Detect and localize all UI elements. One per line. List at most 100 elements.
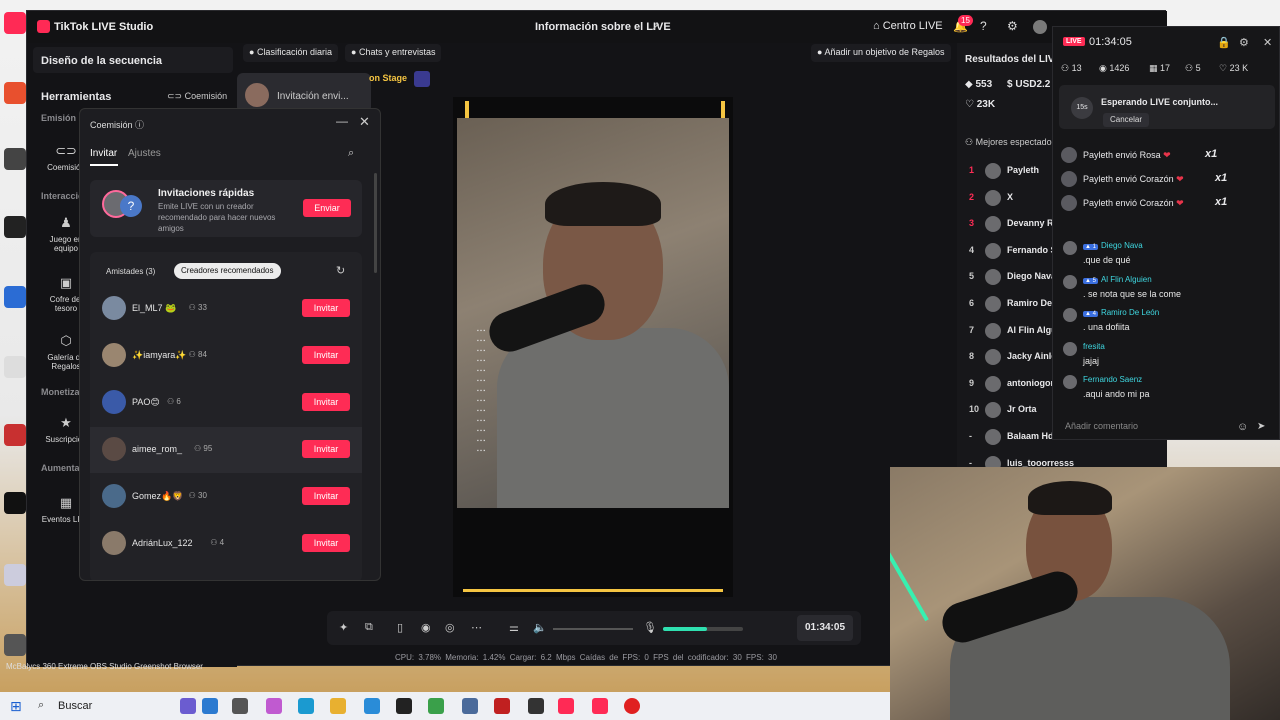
views-stat-value: 1426 (1109, 63, 1130, 73)
coemision-link[interactable]: ⊂⊃ Coemisión (167, 91, 227, 102)
taskbar-app-icon[interactable] (396, 698, 412, 714)
invitation-sent-card[interactable]: Invitación envi... (237, 73, 371, 113)
invite-button[interactable]: Invitar (302, 299, 350, 317)
desktop-app-icon[interactable] (4, 356, 26, 378)
close-icon[interactable]: ✕ (359, 114, 370, 130)
sequence-design-header[interactable]: Diseño de la secuencia (33, 47, 233, 73)
speaker-icon[interactable]: 🔈 (533, 621, 547, 634)
more-icon[interactable]: ⋯ (471, 621, 482, 634)
sliders-icon[interactable]: ⚌ (509, 621, 519, 634)
tab-ajustes[interactable]: Ajustes (128, 148, 161, 159)
avatar[interactable] (1033, 20, 1047, 34)
record-icon[interactable]: ◉ (421, 621, 431, 634)
taskbar-app-icon[interactable] (202, 698, 218, 714)
taskbar-app-icon[interactable] (364, 698, 380, 714)
chat-comment[interactable]: ▲ 4 Ramiro De León . una dofiita (1061, 306, 1271, 336)
taskbar-search[interactable]: Buscar (58, 700, 92, 712)
list-item[interactable]: El_ML7 🐸 ⚇ 33 Invitar (90, 286, 362, 332)
mic-icon[interactable]: 🎙 (643, 621, 657, 634)
list-item[interactable]: aimee_rom_ ⚇ 95 Invitar (90, 427, 362, 473)
desktop-app-icon[interactable] (4, 634, 26, 656)
avatar[interactable] (102, 437, 126, 461)
desktop-app-icon[interactable] (4, 492, 26, 514)
lock-icon[interactable]: 🔒 (1217, 36, 1231, 49)
minimize-icon[interactable]: — (336, 114, 348, 128)
desktop-app-icon[interactable] (4, 564, 26, 586)
emoji-icon[interactable]: ☺ (1237, 421, 1248, 433)
chat-comment[interactable]: Fernando Saenz .aqui ando mi pa (1061, 373, 1271, 403)
avatar[interactable] (102, 531, 126, 555)
taskbar-app-icon[interactable] (558, 698, 574, 714)
notification-badge: 15 (958, 15, 973, 26)
viewer-rank: 8 (969, 351, 975, 362)
volume-slider[interactable] (553, 628, 633, 630)
invite-button[interactable]: Invitar (302, 393, 350, 411)
magic-icon[interactable]: ✦ (339, 621, 348, 634)
daily-ranking-chip[interactable]: ● Clasificación diaria (243, 44, 338, 62)
help-icon[interactable]: ? (980, 19, 987, 33)
tab-invitar[interactable]: Invitar (90, 148, 117, 159)
list-item[interactable]: PAO😊 ⚇ 6 Invitar (90, 380, 362, 426)
desktop-app-icon[interactable] (4, 286, 26, 308)
avatar[interactable] (102, 343, 126, 367)
taskbar-app-icon[interactable] (494, 698, 510, 714)
search-icon[interactable]: ⌕ (348, 147, 354, 160)
phone-icon[interactable]: ▯ (397, 621, 403, 634)
refresh-icon[interactable]: ↻ (336, 264, 345, 277)
settings-gear-icon[interactable]: ⚙ (1007, 19, 1018, 33)
chats-chip[interactable]: ● Chats y entrevistas (345, 44, 442, 62)
close-icon[interactable]: ✕ (1263, 36, 1272, 49)
taskbar-app-icon[interactable] (592, 698, 608, 714)
list-item[interactable]: AdriánLux_122 ⚇ 4 Invitar (90, 521, 362, 567)
send-icon[interactable]: ➤ (1257, 421, 1265, 432)
desktop-app-icon[interactable] (4, 82, 26, 104)
stage-icon[interactable] (414, 71, 430, 87)
layers-icon[interactable]: ⧉ (365, 621, 373, 634)
desktop-app-icon[interactable] (4, 12, 26, 34)
app-title: TikTok LIVE Studio (54, 21, 154, 33)
person-icon: ⚇ (210, 538, 220, 547)
comment-input[interactable]: Añadir comentario (1059, 417, 1249, 437)
desktop-app-icon[interactable] (4, 148, 26, 170)
taskbar-app-icon[interactable] (330, 698, 346, 714)
avatar[interactable] (102, 296, 126, 320)
centro-live-button[interactable]: ⌂ Centro LIVE (873, 20, 943, 32)
invite-button[interactable]: Invitar (302, 440, 350, 458)
settings-gear-icon[interactable]: ⚙ (1239, 36, 1249, 49)
invite-button[interactable]: Invitar (302, 346, 350, 364)
desktop-app-icon[interactable] (4, 216, 26, 238)
mic-level-meter[interactable] (663, 627, 743, 631)
taskbar-app-icon[interactable] (180, 698, 196, 714)
taskbar-app-icon[interactable] (232, 698, 248, 714)
taskbar-app-icon[interactable] (428, 698, 444, 714)
coin-count-value: 553 (975, 79, 993, 90)
desktop-app-icon[interactable] (4, 424, 26, 446)
taskbar-app-icon[interactable] (528, 698, 544, 714)
home-icon: ⌂ (873, 20, 883, 32)
help-icon[interactable]: ⓘ (135, 120, 144, 130)
modal-scrollbar[interactable] (374, 173, 377, 273)
send-button[interactable]: Enviar (303, 199, 351, 217)
list-item[interactable]: ✨iamyara✨ ⚇ 84 Invitar (90, 333, 362, 379)
target-icon[interactable]: ◎ (445, 621, 455, 634)
taskbar-app-icon[interactable] (462, 698, 478, 714)
avatar[interactable] (102, 390, 126, 414)
chat-comment[interactable]: ▲ 1 Diego Nava .que de qué (1061, 239, 1271, 269)
cancel-button[interactable]: Cancelar (1103, 113, 1149, 127)
invite-button[interactable]: Invitar (302, 534, 350, 552)
chat-comment[interactable]: fresita jajaj (1061, 340, 1271, 370)
gift-goal-button[interactable]: ● Añadir un objetivo de Regalos (811, 44, 951, 62)
list-item[interactable]: Gomez🔥🦁 ⚇ 30 Invitar (90, 474, 362, 520)
taskbar-app-icon[interactable] (298, 698, 314, 714)
recommended-segment[interactable]: Creadores recomendados (174, 263, 281, 279)
chat-comment[interactable]: ▲ 5 Al Flin Alguien . se nota que se la co… (1061, 273, 1271, 303)
invite-button[interactable]: Invitar (302, 487, 350, 505)
taskbar-app-icon[interactable] (624, 698, 640, 714)
live-timer: 01:34:05 (797, 615, 853, 641)
windows-start-icon[interactable]: ⊞ (10, 699, 24, 713)
share-icon[interactable]: ↗ (651, 20, 660, 33)
friends-segment[interactable]: Amistades (3) (106, 267, 155, 276)
avatar[interactable] (102, 484, 126, 508)
taskbar-app-icon[interactable] (266, 698, 282, 714)
search-icon[interactable]: ⌕ (38, 699, 44, 712)
